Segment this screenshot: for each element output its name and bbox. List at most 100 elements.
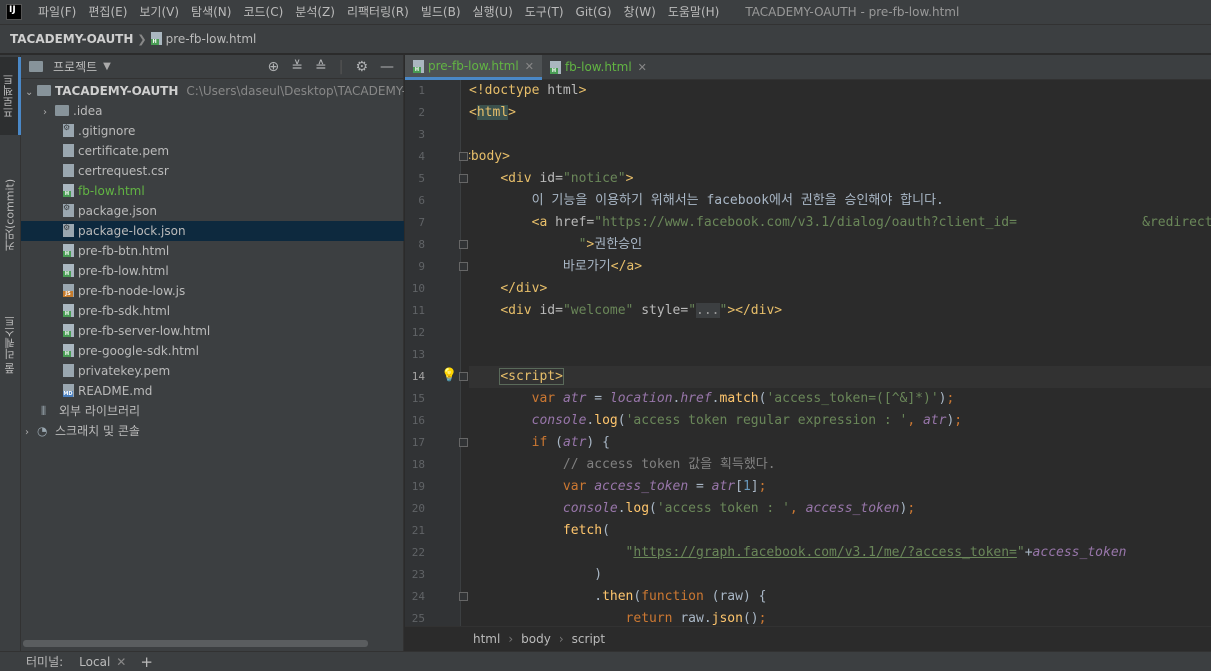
project-panel-header: 프로젝트 ▼ ⊕ ≚ ≙ | ⚙ — xyxy=(21,55,404,79)
tree-file[interactable]: .gitignore xyxy=(21,121,404,141)
divider: | xyxy=(338,58,344,75)
code-line: ) xyxy=(469,567,603,582)
tree-file[interactable]: certrequest.csr xyxy=(21,161,404,181)
line-number: 10 xyxy=(411,282,425,295)
close-icon[interactable]: ✕ xyxy=(638,55,647,80)
intellij-logo-icon[interactable]: IJ xyxy=(6,4,22,20)
tree-file[interactable]: privatekey.pem xyxy=(21,361,404,381)
menu-navigate[interactable]: 탐색(N) xyxy=(185,0,237,24)
line-number: 17 xyxy=(411,436,425,449)
tree-file[interactable]: pre-fb-btn.html xyxy=(21,241,404,261)
menu-build[interactable]: 빌드(B) xyxy=(415,0,467,24)
chevron-down-icon[interactable]: ▼ xyxy=(103,61,111,72)
fold-marker-icon[interactable] xyxy=(459,592,468,601)
code-line: var atr = location.href.match('access_to… xyxy=(531,391,955,406)
tree-file[interactable]: pre-fb-low.html xyxy=(21,261,404,281)
chevron-down-icon[interactable]: ⌄ xyxy=(25,83,37,101)
breadcrumb-file[interactable]: pre-fb-low.html xyxy=(150,32,256,46)
menu-edit[interactable]: 편집(E) xyxy=(82,0,133,24)
tree-external-libraries[interactable]: ⫴ 외부 라이브러리 xyxy=(21,401,404,421)
line-number-current: 14 xyxy=(411,370,425,383)
tree-file[interactable]: pre-fb-node-low.js xyxy=(21,281,404,301)
code-line: return raw.json(); xyxy=(625,611,767,626)
tree-file[interactable]: README.md xyxy=(21,381,404,401)
breadcrumb-script[interactable]: script xyxy=(572,632,605,646)
tree-file-selected[interactable]: package-lock.json xyxy=(21,221,404,241)
breadcrumb-project[interactable]: TACADEMY-OAUTH xyxy=(10,32,133,46)
menu-help[interactable]: 도움말(H) xyxy=(662,0,726,24)
code-line-current: <script> xyxy=(469,366,1211,388)
fold-marker-icon[interactable] xyxy=(459,174,468,183)
menu-git[interactable]: Git(G) xyxy=(570,0,618,24)
chevron-right-icon[interactable]: › xyxy=(25,423,37,441)
editor-tabs: pre-fb-low.html✕ fb-low.html✕ xyxy=(405,55,1211,80)
tree-file[interactable]: pre-fb-sdk.html xyxy=(21,301,404,321)
menu-code[interactable]: 코드(C) xyxy=(237,0,289,24)
breadcrumb-body[interactable]: body xyxy=(521,632,551,646)
terminal-tab-local[interactable]: Local xyxy=(79,655,110,669)
fold-marker-icon[interactable] xyxy=(459,240,468,249)
tree-scratches[interactable]: › ◔ 스크래치 및 콘솔 xyxy=(21,421,404,441)
tree-root[interactable]: ⌄ TACADEMY-OAUTH C:\Users\daseul\Desktop\T… xyxy=(21,81,404,101)
code-line: 이 기능을 이용하기 위해서는 facebook에서 권한을 승인해야 합니다. xyxy=(469,193,944,208)
html-file-icon xyxy=(413,59,424,73)
code-line: console.log('access token regular expres… xyxy=(531,413,963,428)
project-panel-title[interactable]: 프로젝트 xyxy=(53,58,97,75)
close-icon[interactable]: ✕ xyxy=(116,655,126,669)
html-file-icon xyxy=(549,61,561,74)
tree-folder-idea[interactable]: › .idea xyxy=(21,101,404,121)
breadcrumb-html[interactable]: html xyxy=(473,632,500,646)
line-number: 9 xyxy=(418,260,425,273)
locate-file-icon[interactable]: ⊕ xyxy=(268,59,280,75)
text-file-icon xyxy=(63,164,74,177)
line-number: 1 xyxy=(418,84,425,97)
menu-run[interactable]: 실행(U) xyxy=(467,0,519,24)
tree-file[interactable]: certificate.pem xyxy=(21,141,404,161)
fold-marker-icon[interactable] xyxy=(459,372,468,381)
tree-file[interactable]: fb-low.html xyxy=(21,181,404,201)
terminal-label: 터미널: xyxy=(26,655,64,669)
menu-view[interactable]: 보기(V) xyxy=(133,0,185,24)
fold-marker-icon[interactable] xyxy=(459,152,468,161)
menu-refactor[interactable]: 리팩터링(R) xyxy=(341,0,415,24)
close-icon[interactable]: ✕ xyxy=(525,54,534,79)
code-line: </div> xyxy=(500,281,548,296)
library-icon: ⫴ xyxy=(41,404,47,418)
line-number: 16 xyxy=(411,414,425,427)
chevron-right-icon[interactable]: › xyxy=(43,103,55,121)
line-number: 15 xyxy=(411,392,425,405)
collapse-all-icon[interactable]: ≙ xyxy=(315,59,327,75)
fold-marker-icon[interactable] xyxy=(459,262,468,271)
lightbulb-icon[interactable]: 💡 xyxy=(441,368,457,383)
code-line: <html> xyxy=(469,105,516,120)
tab-pre-fb-low[interactable]: pre-fb-low.html✕ xyxy=(405,55,542,80)
add-terminal-icon[interactable]: + xyxy=(140,653,153,671)
gear-icon[interactable]: ⚙ xyxy=(355,59,368,75)
line-number: 18 xyxy=(411,458,425,471)
line-number: 13 xyxy=(411,348,425,361)
menu-file[interactable]: 파일(F) xyxy=(32,0,82,24)
expand-all-icon[interactable]: ≚ xyxy=(291,59,303,75)
line-number: 5 xyxy=(418,172,425,185)
hide-panel-icon[interactable]: — xyxy=(380,59,394,75)
horizontal-scrollbar[interactable] xyxy=(23,640,368,647)
tree-file[interactable]: package.json xyxy=(21,201,404,221)
line-number-gutter: 1 2 3 4 5 6 7 8 9 10 11 12 13 14 15 16 1… xyxy=(405,80,468,626)
tool-tab-project[interactable]: 프로젝트 xyxy=(0,57,21,135)
fold-marker-icon[interactable] xyxy=(459,438,468,447)
breadcrumb: TACADEMY-OAUTH ❯ pre-fb-low.html xyxy=(0,24,1211,54)
menu-analyze[interactable]: 분석(Z) xyxy=(289,0,341,24)
tree-file[interactable]: pre-google-sdk.html xyxy=(21,341,404,361)
tab-fb-low[interactable]: fb-low.html✕ xyxy=(542,55,655,80)
line-number: 4 xyxy=(418,150,425,163)
code-area[interactable]: <!doctype html> <html> <body> <div id="n… xyxy=(469,80,1211,626)
code-line: ">권한승인 xyxy=(578,237,643,252)
menu-tools[interactable]: 도구(T) xyxy=(519,0,570,24)
terminal-bar: 터미널: Local ✕ + xyxy=(0,651,1211,671)
tree-file[interactable]: pre-fb-server-low.html xyxy=(21,321,404,341)
line-number: 8 xyxy=(418,238,425,251)
tool-tab-commit[interactable]: 커밋(commit) xyxy=(0,145,21,285)
html-file-icon xyxy=(63,184,74,197)
menu-window[interactable]: 창(W) xyxy=(618,0,662,24)
tool-tab-pull-requests[interactable]: 풀 리퀘스트 xyxy=(0,295,21,395)
